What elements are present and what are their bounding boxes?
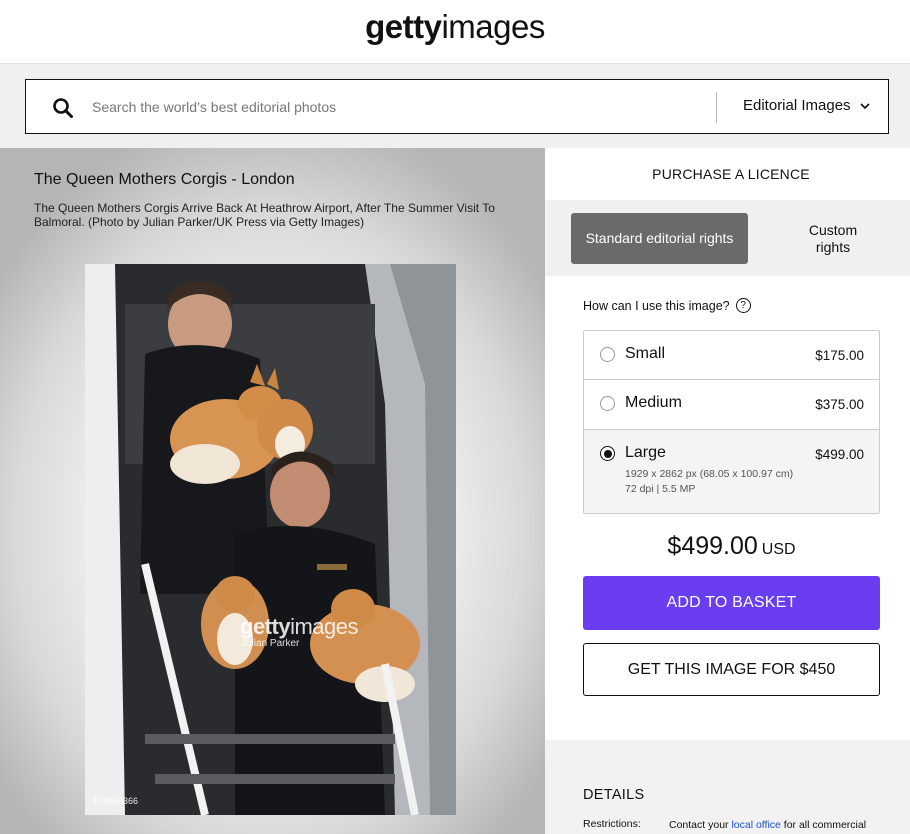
- size-name: Medium: [625, 394, 682, 411]
- search-band: Editorial Images: [0, 64, 910, 148]
- size-option-medium[interactable]: Medium $375.00: [584, 380, 879, 430]
- watermark-bold: getty: [240, 614, 291, 639]
- rights-selector: Standard editorial rights Custom rights: [545, 200, 910, 276]
- restrictions-text-before: Contact your: [669, 819, 729, 831]
- main-photo[interactable]: gettyimages Julian Parker 158066366: [85, 264, 456, 815]
- gettyimages-logo[interactable]: gettyimages: [0, 8, 910, 46]
- add-to-basket-button[interactable]: ADD TO BASKET: [583, 576, 880, 630]
- details-title: DETAILS: [583, 787, 645, 803]
- chevron-down-icon: [859, 102, 870, 109]
- size-price: $499.00: [815, 447, 864, 462]
- image-title: The Queen Mothers Corgis - London: [34, 171, 295, 188]
- custom-rights-tab[interactable]: Custom rights: [745, 213, 910, 264]
- size-options: Small $175.00 Medium $375.00 Large $499.…: [583, 330, 880, 514]
- size-dimensions: 1929 x 2862 px (68.05 x 100.97 cm): [625, 468, 794, 480]
- size-resolution: 72 dpi | 5.5 MP: [625, 483, 696, 495]
- radio-large[interactable]: [600, 446, 615, 461]
- purchase-title: PURCHASE A LICENCE: [652, 166, 810, 182]
- image-panel: The Queen Mothers Corgis - London The Qu…: [0, 148, 545, 834]
- total-currency: USD: [761, 541, 796, 558]
- search-box: Editorial Images: [25, 79, 889, 134]
- total-price: $499.00 USD: [583, 532, 880, 561]
- image-caption: The Queen Mothers Corgis Arrive Back At …: [34, 201, 495, 229]
- custom-rights-label: Custom rights: [808, 221, 858, 255]
- total-amount: $499.00: [667, 532, 758, 560]
- size-option-small[interactable]: Small $175.00: [584, 331, 879, 380]
- category-label: Editorial Images: [743, 97, 851, 114]
- search-icon[interactable]: [52, 97, 74, 119]
- restrictions-text: Contact your local office for all commer…: [669, 818, 889, 832]
- purchase-panel: PURCHASE A LICENCE Standard editorial ri…: [545, 148, 910, 834]
- usage-question: How can I use this image? ?: [583, 298, 751, 313]
- image-category-dropdown[interactable]: Editorial Images: [743, 97, 871, 114]
- search-divider: [716, 92, 717, 123]
- watermark-credit: Julian Parker: [241, 638, 300, 649]
- restrictions-text-after: for all commercial: [783, 819, 867, 831]
- watermark-light: images: [290, 614, 358, 639]
- size-name: Large: [625, 444, 666, 461]
- usage-question-text: How can I use this image?: [583, 298, 730, 313]
- size-price: $175.00: [815, 348, 864, 363]
- logo-light-part: images: [441, 8, 545, 45]
- size-option-large[interactable]: Large $499.00 1929 x 2862 px (68.05 x 10…: [584, 430, 879, 513]
- photo-illustration: [85, 264, 456, 815]
- get-this-image-button[interactable]: GET THIS IMAGE FOR $450: [583, 643, 880, 696]
- restrictions-label: Restrictions:: [583, 818, 641, 830]
- photo-id: 158066366: [93, 796, 139, 806]
- size-name: Small: [625, 345, 666, 362]
- logo-bold-part: getty: [365, 8, 442, 45]
- site-header: gettyimages: [0, 0, 910, 64]
- radio-small[interactable]: [600, 347, 615, 362]
- help-icon[interactable]: ?: [735, 298, 751, 313]
- details-section: DETAILS Restrictions: Contact your local…: [545, 740, 910, 834]
- search-input[interactable]: [92, 88, 702, 126]
- size-price: $375.00: [815, 397, 864, 412]
- local-office-link[interactable]: local office: [731, 819, 780, 831]
- standard-editorial-rights-tab[interactable]: Standard editorial rights: [571, 213, 748, 264]
- radio-medium[interactable]: [600, 396, 615, 411]
- photo-watermark: gettyimages: [240, 614, 358, 640]
